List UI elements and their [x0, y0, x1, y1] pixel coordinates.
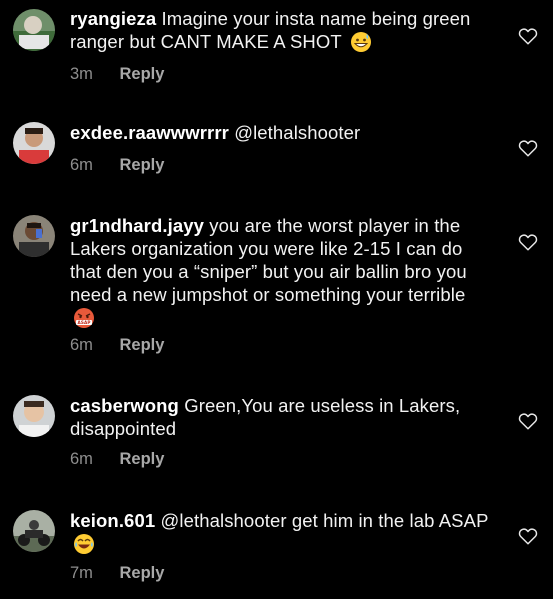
avatar-image [13, 122, 55, 164]
comment-username[interactable]: ryangieza [70, 8, 156, 29]
comment-username[interactable]: gr1ndhard.jayy [70, 215, 204, 236]
avatar[interactable] [13, 122, 55, 164]
comment-item: ryangieza Imagine your insta name being … [0, 0, 553, 90]
comment-text: exdee.raawwwrrrr @lethalshooter [70, 121, 490, 144]
reply-button[interactable]: Reply [120, 65, 165, 83]
comment-item: casberwong Green,You are useless in Lake… [0, 385, 553, 485]
svg-text:ASAP: ASAP [78, 320, 91, 325]
comment-meta: 6m Reply [70, 155, 164, 175]
heart-outline-icon[interactable] [518, 233, 538, 251]
comment-text: gr1ndhard.jayy you are the worst player … [70, 214, 490, 329]
comment-text: ryangieza Imagine your insta name being … [70, 7, 490, 53]
reply-button[interactable]: Reply [120, 564, 165, 582]
comment-body: @lethalshooter get him in the lab ASAP [160, 510, 489, 531]
comment-username[interactable]: keion.601 [70, 510, 155, 531]
avatar-image [13, 9, 55, 51]
comment-time: 7m [70, 564, 93, 582]
avatar[interactable] [13, 215, 55, 257]
heart-outline-icon[interactable] [518, 139, 538, 157]
grinning-sweat-emoji [350, 31, 372, 53]
comment-item: gr1ndhard.jayy you are the worst player … [0, 205, 553, 365]
reply-button[interactable]: Reply [120, 336, 165, 354]
comment-text: keion.601 @lethalshooter get him in the … [70, 509, 490, 555]
avatar[interactable] [13, 395, 55, 437]
reply-button[interactable]: Reply [120, 450, 165, 468]
avatar[interactable] [13, 9, 55, 51]
comment-time: 6m [70, 450, 93, 468]
comment-meta: 7m Reply [70, 563, 164, 583]
comment-meta: 6m Reply [70, 449, 164, 469]
comment-meta: 3m Reply [70, 64, 164, 84]
laughing-emoji [73, 533, 95, 555]
avatar-image [13, 510, 55, 552]
comment-item: exdee.raawwwrrrr @lethalshooter 6m Reply [0, 110, 553, 190]
reply-button[interactable]: Reply [120, 156, 165, 174]
angry-asap-emoji: ASAP [73, 307, 95, 329]
heart-outline-icon[interactable] [518, 527, 538, 545]
comment-time: 6m [70, 336, 93, 354]
comment-time: 3m [70, 65, 93, 83]
avatar-image [13, 395, 55, 437]
avatar[interactable] [13, 510, 55, 552]
comment-item: keion.601 @lethalshooter get him in the … [0, 500, 553, 599]
avatar-image [13, 215, 55, 257]
comment-username[interactable]: casberwong [70, 395, 179, 416]
heart-outline-icon[interactable] [518, 412, 538, 430]
comment-text: casberwong Green,You are useless in Lake… [70, 394, 490, 440]
heart-outline-icon[interactable] [518, 27, 538, 45]
comment-time: 6m [70, 156, 93, 174]
comment-meta: 6m Reply [70, 335, 164, 355]
comment-username[interactable]: exdee.raawwwrrrr [70, 122, 229, 143]
comment-body: @lethalshooter [234, 122, 361, 143]
